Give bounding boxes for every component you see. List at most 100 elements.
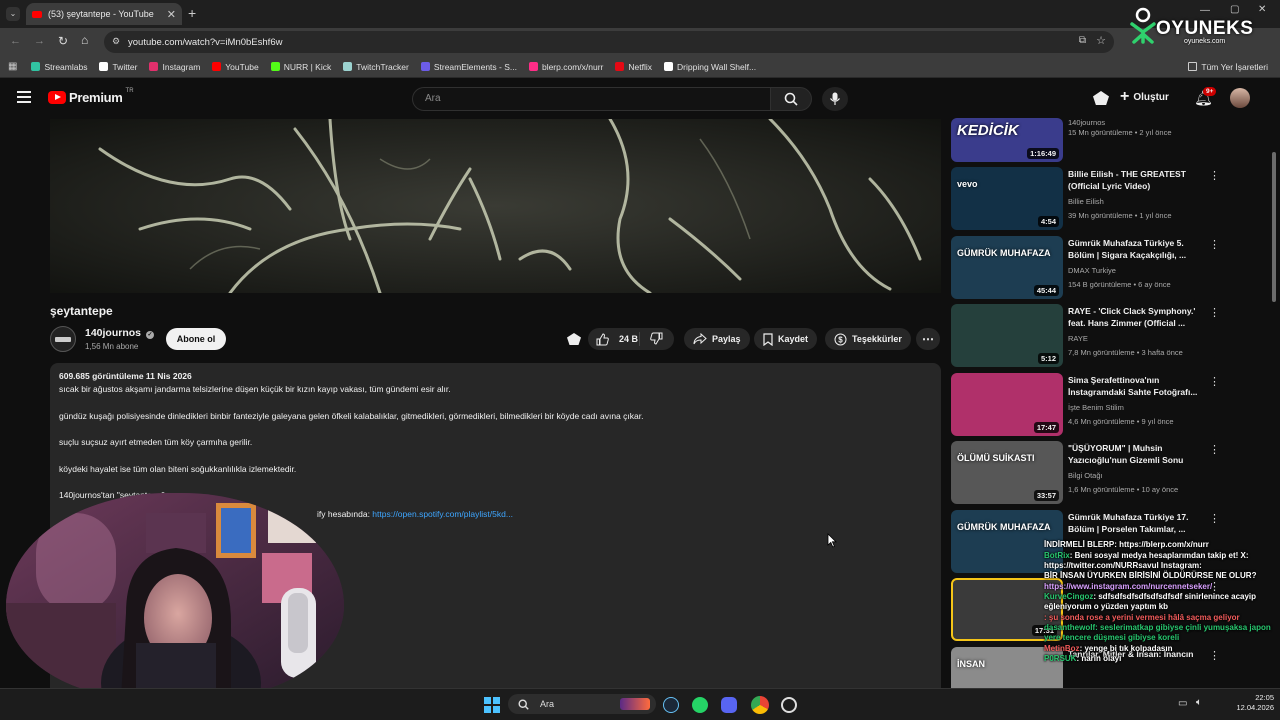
video-thumbnail[interactable]: 17:47 — [951, 373, 1063, 436]
app-taskbar-icon[interactable] — [781, 697, 797, 713]
thanks-button[interactable]: $ Teşekkürler — [825, 328, 911, 350]
tab-list-icon[interactable]: ⌄ — [6, 7, 20, 21]
chat-username: KurveCingoz — [1044, 592, 1094, 601]
save-button[interactable]: Kaydet — [754, 328, 818, 350]
bookmark-item[interactable]: Streamlabs — [31, 62, 87, 72]
browser-tab[interactable]: (53) şeytantepe - YouTube ✕ — [26, 3, 182, 25]
like-count: 24 B — [619, 334, 639, 344]
chat-message: MetinBoz: yenge bi tık kolpadasın — [1044, 644, 1280, 654]
close-tab-icon[interactable]: ✕ — [167, 8, 176, 21]
taskbar-search[interactable]: Ara — [508, 694, 656, 714]
more-actions-button[interactable]: ⋯ — [916, 328, 940, 350]
bookmark-item[interactable]: StreamElements - S... — [420, 62, 517, 72]
clock-time: 22:05 — [1255, 693, 1274, 702]
apps-icon[interactable]: ▦ — [8, 61, 17, 72]
taskbar-search-icon — [518, 699, 529, 710]
chat-text: : yenge bi tık kolpadasın — [1079, 643, 1173, 653]
youtube-logo[interactable]: Premium TR — [48, 88, 134, 105]
video-duration: 5:12 — [1037, 353, 1059, 364]
forward-icon[interactable]: → — [34, 35, 45, 47]
recommended-video[interactable]: KEDİCİK 1:16:49 140journos 15 Mn görüntülem… — [951, 99, 1280, 163]
system-clock[interactable]: 22:05 12.04.2026 — [1218, 693, 1274, 713]
spotify-link[interactable]: https://open.spotify.com/playlist/5kd... — [372, 509, 513, 519]
home-icon[interactable]: ⌂ — [81, 33, 88, 47]
back-icon[interactable]: ← — [10, 35, 21, 47]
bookmark-favicon-icon — [615, 62, 625, 71]
site-info-icon[interactable]: ⚙ — [112, 36, 120, 47]
bookmark-item[interactable]: Netflix — [615, 62, 652, 72]
bookmark-item[interactable]: Instagram — [149, 62, 200, 72]
logo-text: Premium — [69, 90, 123, 105]
bookmark-favicon-icon — [270, 62, 280, 71]
recommended-video[interactable]: 17:47 Sima Şerafettinova'nın İnstagramdak… — [951, 373, 1280, 437]
chat-message: dasanthewolf: seslerimatkap gibiyse çinl… — [1044, 623, 1280, 643]
recommended-channel: Bilgi Otağı — [1068, 471, 1103, 480]
bookmark-item[interactable]: YouTube — [212, 62, 259, 72]
recommended-video[interactable]: ÖLÜMÜ SUİKASTI 33:57 "ÜŞÜYORUM" | Muhsin Y… — [951, 441, 1280, 505]
chat-message: BİR İNSAN ÜYURKEN BİRİSİNİ ÖLDÜRÜRSE NE … — [1044, 571, 1280, 581]
bookmark-icon — [763, 332, 773, 346]
start-button-icon[interactable] — [484, 697, 500, 713]
voice-search-button[interactable] — [822, 87, 848, 111]
menu-icon[interactable] — [17, 91, 31, 103]
video-frame-image — [50, 119, 941, 293]
network-icon[interactable]: ▭ — [1178, 698, 1187, 709]
bookmark-item[interactable]: blerp.com/x/nurr — [528, 62, 603, 72]
like-button[interactable]: 24 B — [588, 332, 640, 346]
chat-username: BotRix — [1044, 550, 1070, 560]
channel-name[interactable]: 140journos ✓ — [85, 327, 154, 339]
bookmark-item[interactable]: NURR | Kick — [270, 62, 331, 72]
microphone-icon — [830, 92, 840, 105]
clock-date: 12.04.2026 — [1236, 703, 1274, 712]
volume-icon[interactable]: 🔈︎ — [1196, 697, 1202, 708]
chat-text: : narin olayı — [1076, 654, 1122, 663]
video-thumbnail[interactable]: vevo 4:54 — [951, 167, 1063, 230]
install-icon[interactable]: ⧉ — [1079, 35, 1086, 46]
chat-message: : şu sonda rose a yerini vermesi hâlâ sa… — [1044, 613, 1280, 623]
video-thumbnail[interactable]: KEDİCİK 1:16:49 — [951, 118, 1063, 162]
thumbnail-text: GÜMRÜK MUHAFAZA — [957, 522, 1051, 532]
chat-text: dasanthewolf: seslerimatkap gibiyse çinl… — [1044, 623, 1271, 642]
sidebar-scrollbar[interactable] — [1272, 152, 1276, 302]
chrome-taskbar-icon[interactable] — [751, 696, 769, 714]
dislike-button[interactable] — [640, 332, 668, 347]
thumbnail-text: ÖLÜMÜ SUİKASTI — [957, 453, 1035, 463]
address-bar[interactable]: ⚙ youtube.com/watch?v=iMn0bEshf6w ⧉ ☆ — [104, 31, 1114, 53]
video-duration: 1:16:49 — [1027, 148, 1059, 159]
bookmark-item[interactable]: TwitchTracker — [343, 62, 409, 72]
more-vertical-icon[interactable]: ⋮ — [1209, 443, 1220, 456]
search-input[interactable]: Ara — [412, 87, 770, 111]
more-horizontal-icon: ⋯ — [922, 332, 934, 346]
more-vertical-icon[interactable]: ⋮ — [1209, 306, 1220, 319]
svg-text:$: $ — [838, 335, 843, 344]
more-vertical-icon[interactable]: ⋮ — [1209, 169, 1220, 182]
bookmark-item[interactable]: Twitter — [99, 62, 137, 72]
subscribe-button[interactable]: Abone ol — [166, 328, 226, 350]
reload-icon[interactable]: ↻ — [58, 34, 68, 48]
more-vertical-icon[interactable]: ⋮ — [1209, 238, 1220, 251]
more-vertical-icon[interactable]: ⋮ — [1209, 375, 1220, 388]
new-tab-button[interactable]: + — [188, 5, 196, 21]
recommended-video[interactable]: GÜMRÜK MUHAFAZA 45:44 Gümrük Muhafaza Türk… — [951, 236, 1280, 300]
discord-taskbar-icon[interactable] — [721, 697, 737, 713]
recommended-channel: RAYE — [1068, 334, 1088, 343]
video-thumbnail[interactable]: GÜMRÜK MUHAFAZA 45:44 — [951, 236, 1063, 299]
search-button[interactable] — [770, 87, 812, 111]
all-bookmarks[interactable]: Tüm Yer İşaretleri — [1188, 62, 1268, 72]
premium-jewel-icon[interactable] — [567, 333, 581, 345]
share-button[interactable]: Paylaş — [684, 328, 750, 350]
steam-taskbar-icon[interactable] — [663, 697, 679, 713]
recommended-views: 154 B görüntüleme • 6 ay önce — [1068, 280, 1171, 289]
video-thumbnail[interactable]: 5:12 — [951, 304, 1063, 367]
video-thumbnail[interactable]: ÖLÜMÜ SUİKASTI 33:57 — [951, 441, 1063, 504]
recommended-video[interactable]: vevo 4:54 Billie Eilish - THE GREATEST (Of… — [951, 167, 1280, 231]
chat-message: https://www.instagram.com/nurcennetseker… — [1044, 582, 1280, 592]
more-vertical-icon[interactable]: ⋮ — [1209, 512, 1220, 525]
recommended-video[interactable]: 5:12 RAYE - 'Click Clack Symphony.' feat.… — [951, 304, 1280, 368]
whatsapp-taskbar-icon[interactable] — [692, 697, 708, 713]
bookmark-star-icon[interactable]: ☆ — [1096, 34, 1106, 47]
channel-avatar[interactable] — [50, 326, 76, 352]
recommended-views: 15 Mn görüntüleme • 2 yıl önce — [1068, 128, 1172, 137]
bookmark-item[interactable]: Dripping Wall Shelf... — [664, 62, 756, 72]
video-player[interactable] — [50, 119, 941, 293]
